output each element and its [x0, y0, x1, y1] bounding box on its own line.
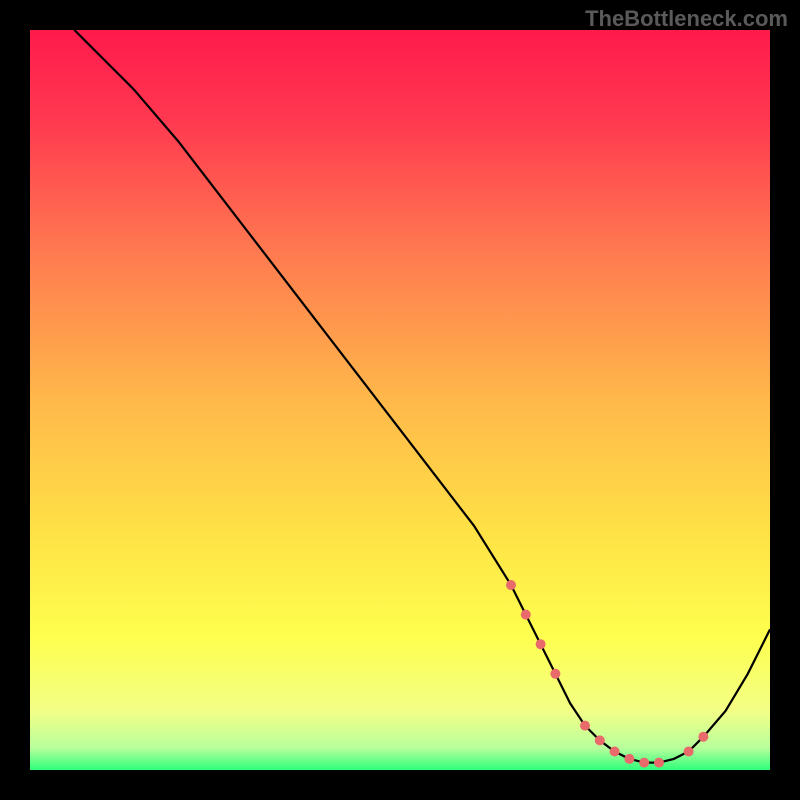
highlight-dot [698, 732, 708, 742]
highlight-dot [550, 669, 560, 679]
highlight-dot [506, 580, 516, 590]
highlight-dot [639, 758, 649, 768]
highlight-dot [610, 747, 620, 757]
highlight-dot [654, 758, 664, 768]
watermark-text: TheBottleneck.com [585, 6, 788, 32]
highlight-dot [521, 610, 531, 620]
highlight-dot [580, 721, 590, 731]
gradient-background [30, 30, 770, 770]
highlight-dot [624, 754, 634, 764]
chart-area [30, 30, 770, 770]
highlight-dot [595, 735, 605, 745]
bottleneck-chart [30, 30, 770, 770]
highlight-dot [536, 639, 546, 649]
highlight-dot [684, 747, 694, 757]
